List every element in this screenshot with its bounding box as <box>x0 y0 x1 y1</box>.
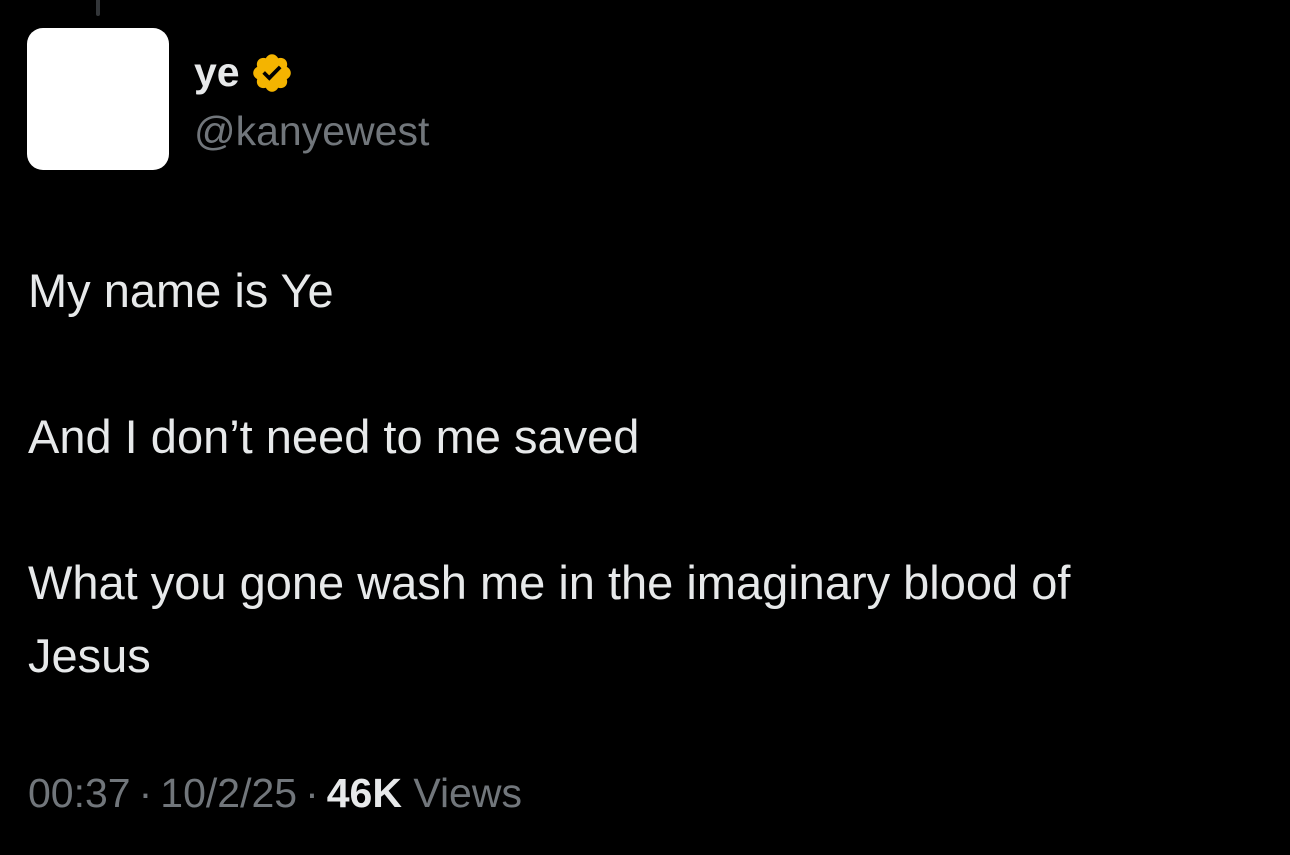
avatar[interactable] <box>27 28 169 170</box>
author-display-name[interactable]: ye <box>194 46 240 98</box>
tweet-line: What you gone wash me in the imaginary b… <box>28 556 1071 609</box>
meta-separator: · <box>305 770 319 816</box>
tweet-line: And I don’t need to me saved <box>28 410 640 463</box>
tweet-text: My name is Ye And I don’t need to me sav… <box>28 254 1258 692</box>
meta-separator: · <box>138 770 153 816</box>
views-count[interactable]: 46K <box>327 770 402 816</box>
tweet-meta: 00:37 · 10/2/25 · 46K Views <box>28 766 522 820</box>
author-name-row: ye <box>194 46 294 98</box>
thread-connector-line <box>96 0 100 16</box>
verified-badge-icon[interactable] <box>250 51 294 95</box>
tweet-date[interactable]: 10/2/25 <box>160 770 297 816</box>
tweet-time[interactable]: 00:37 <box>28 770 131 816</box>
tweet-line: My name is Ye <box>28 264 334 317</box>
tweet-line: Jesus <box>28 629 151 682</box>
author-handle[interactable]: @kanyewest <box>194 106 429 156</box>
views-label: Views <box>413 770 522 816</box>
